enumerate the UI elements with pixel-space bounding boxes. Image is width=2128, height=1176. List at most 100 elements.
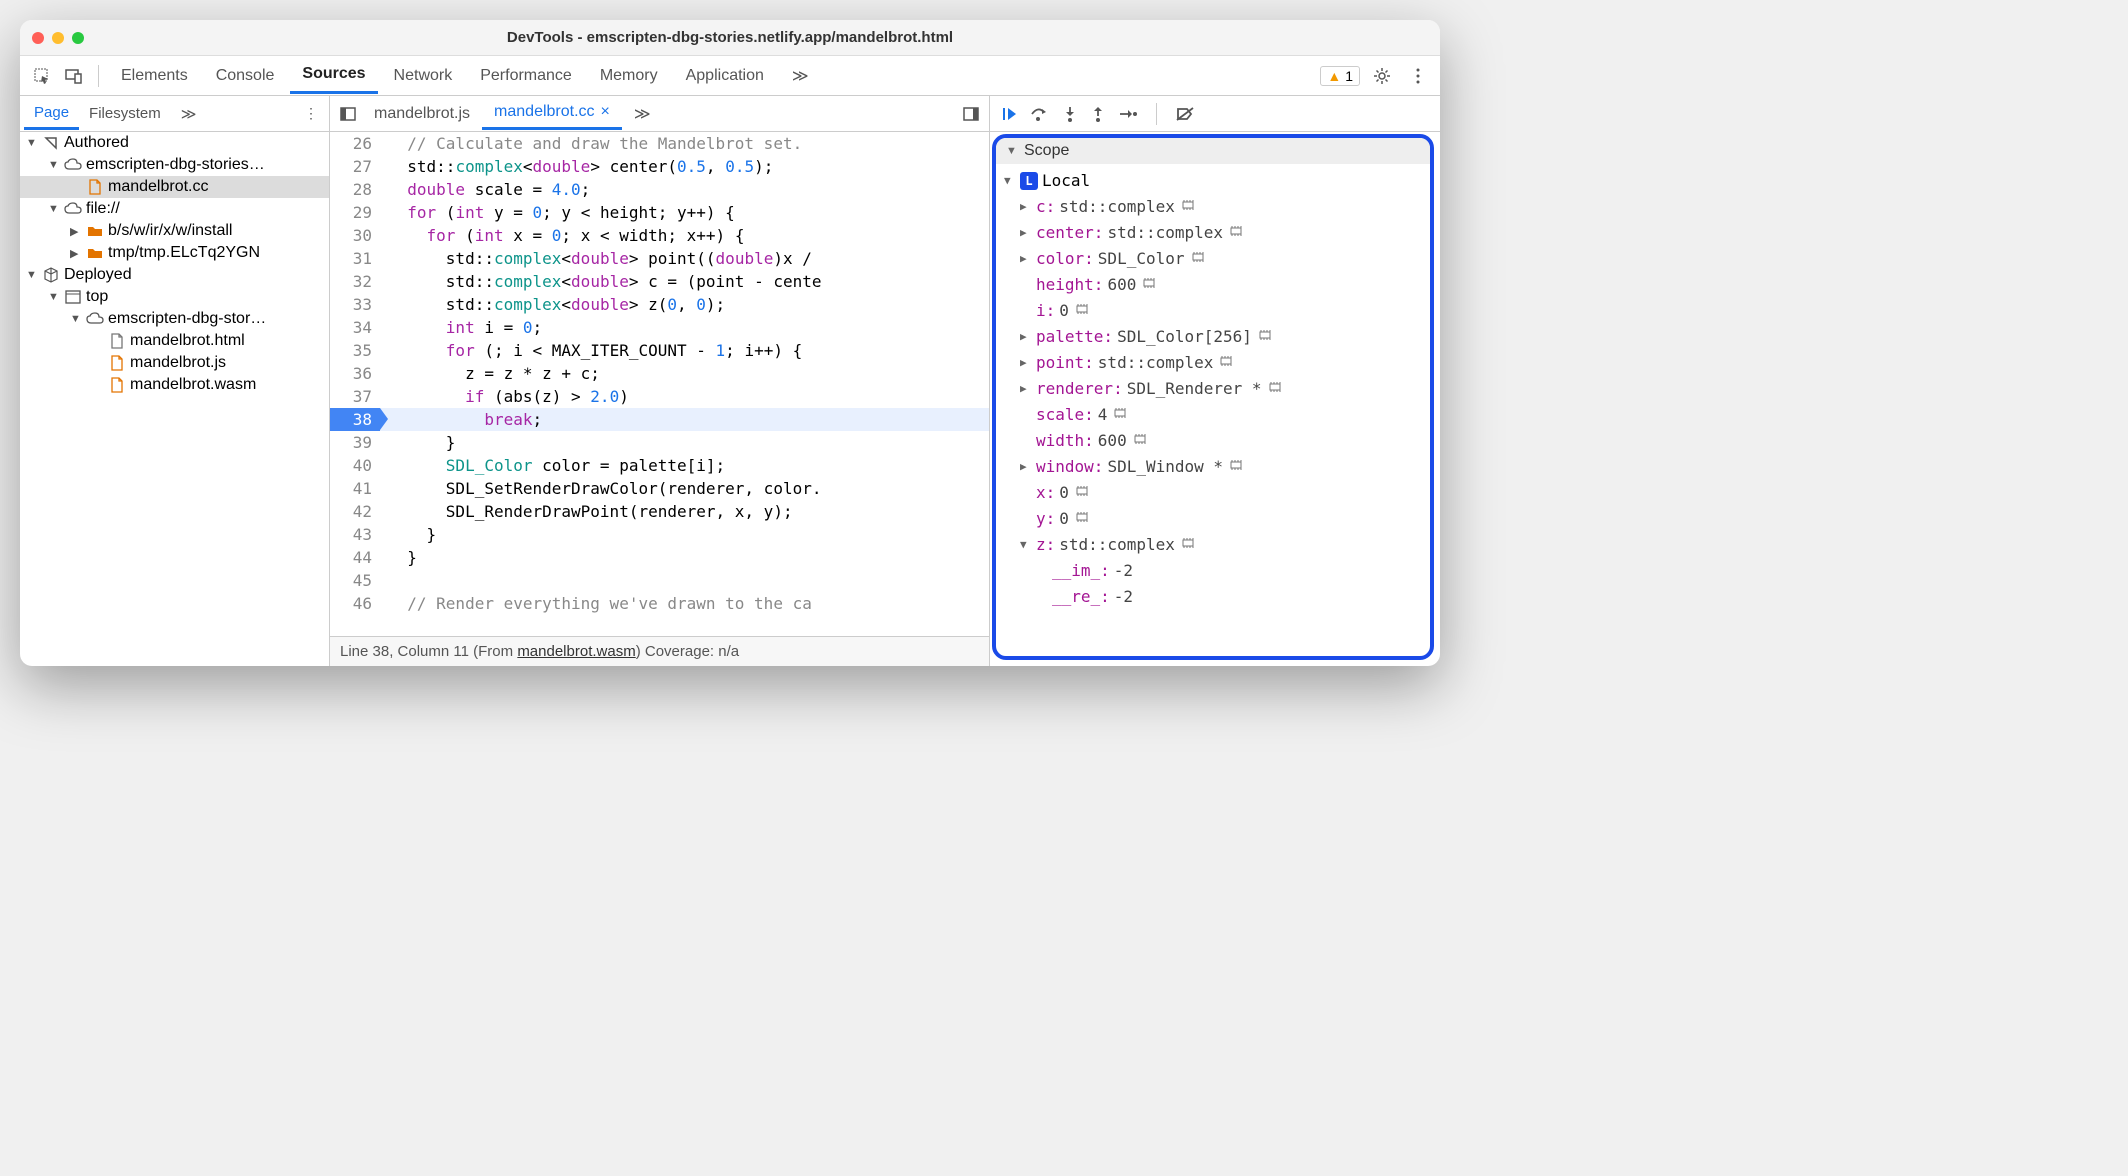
- scope-var[interactable]: i: 0: [996, 298, 1430, 324]
- scope-var-child[interactable]: __re_: -2: [996, 584, 1430, 610]
- scope-var[interactable]: y: 0: [996, 506, 1430, 532]
- code-line[interactable]: 33 std::complex<double> z(0, 0);: [330, 293, 989, 316]
- memory-icon[interactable]: [1075, 481, 1089, 505]
- maximize-icon[interactable]: [72, 32, 84, 44]
- editor-tab[interactable]: mandelbrot.cc×: [482, 97, 622, 130]
- resume-icon[interactable]: [1000, 105, 1018, 123]
- line-number[interactable]: 44: [330, 546, 380, 569]
- tree-item[interactable]: mandelbrot.js: [20, 352, 329, 374]
- tree-item[interactable]: ▶b/s/w/ir/x/w/install: [20, 220, 329, 242]
- tab-application[interactable]: Application: [674, 59, 776, 93]
- memory-icon[interactable]: [1191, 247, 1205, 271]
- code-line[interactable]: 36 z = z * z + c;: [330, 362, 989, 385]
- tab-memory[interactable]: Memory: [588, 59, 670, 93]
- deactivate-breakpoints-icon[interactable]: [1175, 106, 1195, 122]
- memory-icon[interactable]: [1181, 195, 1195, 219]
- scope-var[interactable]: ▶point: std::complex: [996, 350, 1430, 376]
- minimize-icon[interactable]: [52, 32, 64, 44]
- tree-item[interactable]: ▼Deployed: [20, 264, 329, 286]
- memory-icon[interactable]: [1268, 377, 1282, 401]
- tab-performance[interactable]: Performance: [468, 59, 584, 93]
- tab-network[interactable]: Network: [382, 59, 465, 93]
- tab-console[interactable]: Console: [204, 59, 287, 93]
- line-number[interactable]: 28: [330, 178, 380, 201]
- scope-header[interactable]: ▼ Scope: [996, 138, 1430, 164]
- code-line[interactable]: 46 // Render everything we've drawn to t…: [330, 592, 989, 615]
- memory-icon[interactable]: [1133, 429, 1147, 453]
- source-link[interactable]: mandelbrot.wasm: [517, 643, 635, 660]
- sidebar-tab-filesystem[interactable]: Filesystem: [79, 99, 171, 128]
- close-icon[interactable]: [32, 32, 44, 44]
- line-number[interactable]: 40: [330, 454, 380, 477]
- code-line[interactable]: 30 for (int x = 0; x < width; x++) {: [330, 224, 989, 247]
- scope-var[interactable]: x: 0: [996, 480, 1430, 506]
- more-icon[interactable]: [1404, 62, 1432, 90]
- device-icon[interactable]: [60, 62, 88, 90]
- memory-icon[interactable]: [1113, 403, 1127, 427]
- memory-icon[interactable]: [1229, 455, 1243, 479]
- scope-local-header[interactable]: ▼ L Local: [996, 168, 1430, 194]
- line-number[interactable]: 31: [330, 247, 380, 270]
- tree-item[interactable]: mandelbrot.html: [20, 330, 329, 352]
- scope-var[interactable]: ▶window: SDL_Window *: [996, 454, 1430, 480]
- line-number[interactable]: 38: [330, 408, 380, 431]
- tabs-overflow[interactable]: ≫: [780, 58, 821, 94]
- scope-var[interactable]: ▶color: SDL_Color: [996, 246, 1430, 272]
- sidebar-overflow[interactable]: ≫: [171, 99, 207, 129]
- line-number[interactable]: 34: [330, 316, 380, 339]
- warning-badge[interactable]: ▲ 1: [1320, 66, 1360, 86]
- code-line[interactable]: 43 }: [330, 523, 989, 546]
- step-icon[interactable]: [1118, 106, 1138, 122]
- tab-sources[interactable]: Sources: [290, 57, 377, 94]
- sidebar-tab-page[interactable]: Page: [24, 98, 79, 130]
- step-out-icon[interactable]: [1090, 105, 1106, 123]
- line-number[interactable]: 39: [330, 431, 380, 454]
- line-number[interactable]: 41: [330, 477, 380, 500]
- code-line[interactable]: 27 std::complex<double> center(0.5, 0.5)…: [330, 155, 989, 178]
- tree-item[interactable]: ▼top: [20, 286, 329, 308]
- sidebar-more-icon[interactable]: ⋮: [297, 100, 325, 128]
- step-into-icon[interactable]: [1062, 105, 1078, 123]
- settings-icon[interactable]: [1368, 62, 1396, 90]
- line-number[interactable]: 35: [330, 339, 380, 362]
- code-line[interactable]: 44 }: [330, 546, 989, 569]
- scope-var[interactable]: width: 600: [996, 428, 1430, 454]
- code-line[interactable]: 32 std::complex<double> c = (point - cen…: [330, 270, 989, 293]
- line-number[interactable]: 36: [330, 362, 380, 385]
- close-icon[interactable]: ×: [601, 103, 610, 121]
- code-line[interactable]: 41 SDL_SetRenderDrawColor(renderer, colo…: [330, 477, 989, 500]
- line-number[interactable]: 30: [330, 224, 380, 247]
- memory-icon[interactable]: [1219, 351, 1233, 375]
- line-number[interactable]: 46: [330, 592, 380, 615]
- scope-var[interactable]: ▼z: std::complex: [996, 532, 1430, 558]
- line-number[interactable]: 33: [330, 293, 380, 316]
- code-line[interactable]: 38 break;: [330, 408, 989, 431]
- code-line[interactable]: 39 }: [330, 431, 989, 454]
- scope-var-child[interactable]: __im_: -2: [996, 558, 1430, 584]
- code-line[interactable]: 35 for (; i < MAX_ITER_COUNT - 1; i++) {: [330, 339, 989, 362]
- code-line[interactable]: 40 SDL_Color color = palette[i];: [330, 454, 989, 477]
- scope-var[interactable]: ▶center: std::complex: [996, 220, 1430, 246]
- scope-var[interactable]: ▶c: std::complex: [996, 194, 1430, 220]
- editor-overflow[interactable]: ≫: [622, 98, 663, 130]
- line-number[interactable]: 29: [330, 201, 380, 224]
- toggle-debugger-icon[interactable]: [957, 100, 985, 128]
- line-number[interactable]: 26: [330, 132, 380, 155]
- tree-item[interactable]: mandelbrot.cc: [20, 176, 329, 198]
- tab-elements[interactable]: Elements: [109, 59, 200, 93]
- line-number[interactable]: 32: [330, 270, 380, 293]
- code-line[interactable]: 26 // Calculate and draw the Mandelbrot …: [330, 132, 989, 155]
- scope-var[interactable]: ▶renderer: SDL_Renderer *: [996, 376, 1430, 402]
- tree-item[interactable]: ▼Authored: [20, 132, 329, 154]
- memory-icon[interactable]: [1142, 273, 1156, 297]
- scope-var[interactable]: ▶palette: SDL_Color[256]: [996, 324, 1430, 350]
- memory-icon[interactable]: [1075, 507, 1089, 531]
- memory-icon[interactable]: [1181, 533, 1195, 557]
- memory-icon[interactable]: [1258, 325, 1272, 349]
- tree-item[interactable]: ▼emscripten-dbg-stories…: [20, 154, 329, 176]
- code-line[interactable]: 28 double scale = 4.0;: [330, 178, 989, 201]
- code-line[interactable]: 31 std::complex<double> point((double)x …: [330, 247, 989, 270]
- code-line[interactable]: 42 SDL_RenderDrawPoint(renderer, x, y);: [330, 500, 989, 523]
- step-over-icon[interactable]: [1030, 106, 1050, 122]
- code-area[interactable]: 26 // Calculate and draw the Mandelbrot …: [330, 132, 989, 636]
